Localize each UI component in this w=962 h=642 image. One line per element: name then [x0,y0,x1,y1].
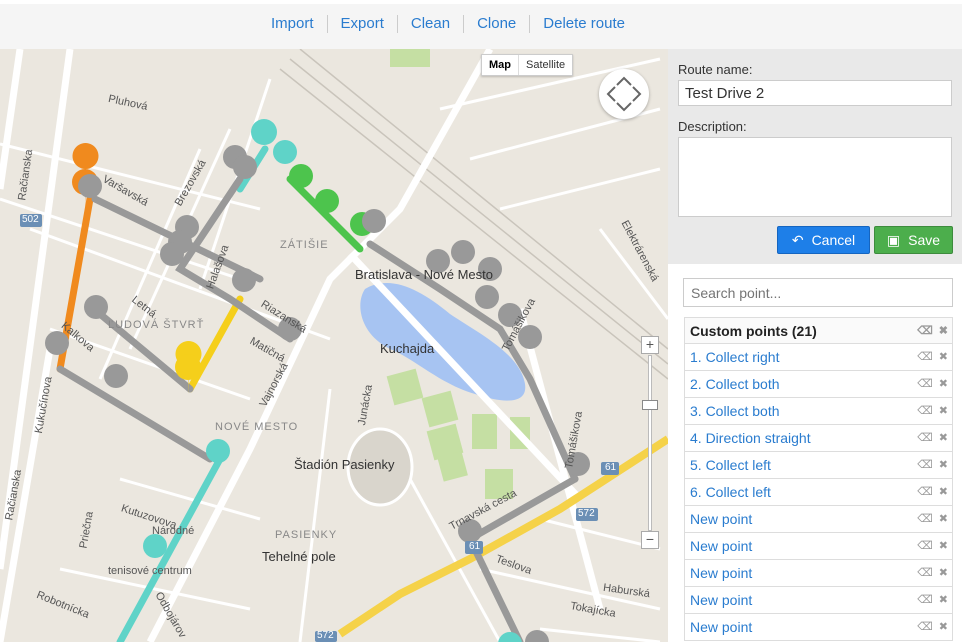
district-label: ĽUDOVÁ ŠTVRŤ [108,319,205,331]
eraser-icon[interactable]: ⌫ [917,405,933,417]
eraser-icon[interactable]: ⌫ [917,351,933,363]
list-item[interactable]: 6. Collect left ⌫ ✖ [684,479,953,506]
close-icon[interactable]: ✖ [939,405,948,417]
list-item[interactable]: New point ⌫ ✖ [684,587,953,614]
list-item[interactable]: 3. Collect both ⌫ ✖ [684,398,953,425]
eraser-icon[interactable]: ⌫ [917,459,933,471]
close-icon[interactable]: ✖ [939,432,948,444]
map-canvas[interactable]: Map Satellite + − Pluhová Račianska Varš… [0,49,668,642]
eraser-icon[interactable]: ⌫ [917,540,933,552]
point-label: New point [690,619,753,635]
map-type-toggle: Map Satellite [481,54,574,76]
district-label: NOVÉ MESTO [215,421,299,433]
zoom-slider-track[interactable] [648,355,652,531]
eraser-icon[interactable]: ⌫ [917,594,933,606]
point-label: New point [690,565,753,581]
eraser-icon[interactable]: ⌫ [917,378,933,390]
lake-label: Kuchajda [380,341,435,356]
list-item[interactable]: 5. Collect left ⌫ ✖ [684,452,953,479]
top-toolbar: Import Export Clean Clone Delete route [0,0,962,49]
route-menu: Import Export Clean Clone Delete route [258,15,638,33]
close-icon[interactable]: ✖ [939,325,948,337]
route-sidebar: Route name: Description: ↶ Cancel ▣ Save… [668,49,962,642]
pan-arrows-icon [606,76,642,112]
close-icon[interactable]: ✖ [939,540,948,552]
point-label: New point [690,592,753,608]
poi-label: Štadión Pasienky [294,457,395,472]
eraser-icon[interactable]: ⌫ [917,621,933,633]
point-label: New point [690,511,753,527]
route-name-label: Route name: [678,62,753,77]
cancel-button[interactable]: ↶ Cancel [777,226,870,254]
list-item[interactable]: New point ⌫ ✖ [684,560,953,587]
point-label: 2. Collect both [690,376,780,392]
close-icon[interactable]: ✖ [939,351,948,363]
route-shield-label: 502 [22,214,39,225]
save-button-label: Save [908,232,941,248]
clean-link[interactable]: Clean [396,15,463,33]
delete-route-link[interactable]: Delete route [529,15,638,33]
list-item[interactable]: New point ⌫ ✖ [684,614,953,641]
import-link[interactable]: Import [258,15,327,33]
point-label: 1. Collect right [690,349,780,365]
route-shield-label: 61 [605,462,617,473]
district-label: ZÁTIŠIE [280,239,329,251]
route-shield-label: 61 [469,541,481,552]
route-shield-label: 572 [317,630,334,641]
close-icon[interactable]: ✖ [939,567,948,579]
close-icon[interactable]: ✖ [939,378,948,390]
close-icon[interactable]: ✖ [939,486,948,498]
pan-control[interactable] [599,69,649,119]
point-label: 3. Collect both [690,403,780,419]
list-item[interactable]: 4. Direction straight ⌫ ✖ [684,425,953,452]
custom-points-title: Custom points (21) [690,322,817,339]
eraser-icon[interactable]: ⌫ [917,567,933,579]
eraser-icon[interactable]: ⌫ [917,513,933,525]
map-type-map-button[interactable]: Map [482,55,519,75]
route-form: Route name: Description: ↶ Cancel ▣ Save [668,49,962,264]
zoom-out-button[interactable]: − [641,531,659,549]
poi-label: Tehelné pole [262,549,336,564]
list-item[interactable]: New point ⌫ ✖ [684,533,953,560]
eraser-icon[interactable]: ⌫ [917,325,933,337]
zoom-in-button[interactable]: + [641,336,659,354]
description-label: Description: [678,119,747,134]
cancel-button-label: Cancel [811,232,856,248]
eraser-icon[interactable]: ⌫ [917,486,933,498]
close-icon[interactable]: ✖ [939,594,948,606]
close-icon[interactable]: ✖ [939,459,948,471]
station-label: Bratislava - Nové Mesto [355,267,493,282]
floppy-icon: ▣ [886,231,901,248]
list-item[interactable]: 2. Collect both ⌫ ✖ [684,371,953,398]
map-type-satellite-button[interactable]: Satellite [519,55,572,75]
close-icon[interactable]: ✖ [939,621,948,633]
zoom-slider-thumb[interactable] [642,400,658,410]
poi-label: tenisové centrum [108,565,192,577]
description-textarea[interactable] [678,137,952,217]
point-label: 4. Direction straight [690,430,811,446]
eraser-icon[interactable]: ⌫ [917,432,933,444]
route-name-input[interactable] [678,80,952,106]
list-item[interactable]: New point ⌫ ✖ [684,506,953,533]
export-link[interactable]: Export [326,15,397,33]
search-point-input[interactable] [683,278,953,307]
district-label: PASIENKY [275,529,338,541]
points-list: Custom points (21) ⌫ ✖ 1. Collect right ⌫ ✖… [684,317,953,641]
list-item[interactable]: 1. Collect right ⌫ ✖ [684,344,953,371]
point-label: 6. Collect left [690,484,771,500]
route-shield-label: 572 [578,508,595,519]
close-icon[interactable]: ✖ [939,513,948,525]
point-label: 5. Collect left [690,457,771,473]
clone-link[interactable]: Clone [463,15,529,33]
point-label: New point [690,538,753,554]
undo-icon: ↶ [791,231,804,248]
custom-points-header: Custom points (21) ⌫ ✖ [684,317,953,344]
poi-label: Národné [152,525,195,537]
save-button[interactable]: ▣ Save [874,226,953,254]
